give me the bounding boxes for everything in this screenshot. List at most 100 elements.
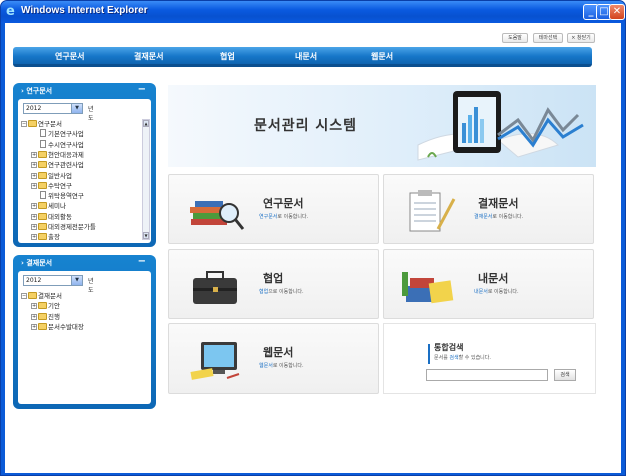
- tree-node[interactable]: + 대외경제전문가틀: [31, 222, 96, 232]
- expand-icon[interactable]: +: [31, 182, 37, 189]
- card-my-docs[interactable]: 내문서 내문서로 이동합니다.: [383, 249, 594, 319]
- nav-approval-docs[interactable]: 결재문서: [134, 51, 163, 62]
- tree-node-label: 기안: [48, 302, 60, 311]
- clipboard-icon: [409, 190, 456, 232]
- tree-node-label: 수탁연구: [48, 181, 72, 190]
- tree-node-label: 대외활동: [48, 212, 72, 221]
- scroll-up-arrow-icon[interactable]: ▲: [143, 120, 149, 127]
- document-icon: [40, 129, 46, 138]
- card-description: 연구문서로 이동합니다.: [259, 214, 309, 220]
- collapse-icon[interactable]: −: [21, 293, 27, 299]
- browser-window: e Windows Internet Explorer _ □ ✕ 도움말 테마…: [0, 0, 626, 476]
- tree-node[interactable]: + 기안: [31, 301, 60, 311]
- theme-select-button[interactable]: 테마선택: [533, 33, 563, 43]
- search-title: 통합검색: [434, 343, 464, 352]
- scroll-down-arrow-icon[interactable]: ▼: [143, 232, 149, 239]
- tree-node-label: 기본연구사업: [48, 130, 84, 139]
- tree-node[interactable]: − 결재문서: [21, 291, 62, 301]
- panel-body: 2012 ▼ 년도 − 연구문서 기본연구사업 수시연구사업 + 현안대응과제 + 연구관련사…: [18, 99, 151, 243]
- close-window-button[interactable]: × 창닫기: [567, 33, 595, 43]
- expand-icon[interactable]: +: [31, 151, 37, 158]
- nav-collaboration[interactable]: 협업: [220, 51, 235, 62]
- tree-node[interactable]: + 연구관련사업: [31, 160, 84, 170]
- card-title: 결재문서: [478, 197, 519, 210]
- folder-icon: [38, 161, 47, 169]
- tree-node[interactable]: + 현안대응과제: [31, 150, 84, 160]
- tree-node[interactable]: + 일반사업: [31, 171, 72, 181]
- tree-node-label: 대외경제전문가틀: [48, 223, 96, 231]
- folder-icon: [28, 120, 37, 127]
- tree-node[interactable]: + 진행: [31, 312, 60, 322]
- card-web-docs[interactable]: 웹문서 웹문서로 이동합니다.: [168, 323, 379, 394]
- folder-icon: [28, 292, 37, 299]
- card-description: 결재문서로 이동합니다.: [474, 214, 524, 220]
- tree-scrollbar[interactable]: ▲ ▼: [142, 119, 150, 240]
- tree-node[interactable]: 기본연구사업: [31, 129, 84, 139]
- page-content: 도움말 테마선택 × 창닫기 연구문서 결재문서 협업 내문서 웹문서 › 연구…: [5, 23, 621, 473]
- card-approval-docs[interactable]: 결재문서 결재문서로 이동합니다.: [383, 174, 594, 244]
- folder-icon: [38, 322, 47, 330]
- search-input[interactable]: [426, 369, 548, 381]
- stationery-icon: [402, 272, 454, 304]
- approval-docs-panel: › 결재문서 − 2012 ▼ 년도 − 결재문서 + 기안 + 진행 + 문서수발대장: [13, 255, 156, 409]
- nav-research-docs[interactable]: 연구문서: [55, 51, 84, 62]
- tree-node-label: 연구문서: [38, 120, 62, 128]
- panel-body: 2012 ▼ 년도 − 결재문서 + 기안 + 진행 + 문서수발대장: [18, 271, 151, 404]
- tree-node-label: 결재문서: [38, 292, 62, 300]
- tree-node[interactable]: + 세미나: [31, 201, 66, 211]
- card-collaboration[interactable]: 협업 협업으로 이동합니다.: [168, 249, 379, 319]
- tree-node-label: 진행: [48, 312, 60, 321]
- card-title: 내문서: [478, 272, 509, 285]
- nav-web-docs[interactable]: 웹문서: [371, 51, 393, 62]
- card-title: 연구문서: [263, 197, 304, 210]
- folder-icon: [38, 312, 47, 320]
- collapse-button[interactable]: −: [138, 256, 146, 267]
- tree-node-label: 수시연구사업: [48, 140, 84, 149]
- research-docs-panel: › 연구문서 − 2012 ▼ 년도 − 연구문서 기본연구사업 수시연구사업 + 현안대…: [13, 83, 156, 247]
- collapse-icon[interactable]: −: [21, 121, 27, 127]
- tree-node[interactable]: 위탁용역연구: [31, 191, 84, 201]
- year-suffix-label: 년도: [88, 278, 94, 294]
- tree-node[interactable]: + 출장: [31, 232, 60, 242]
- card-description: 협업으로 이동합니다.: [259, 289, 304, 295]
- dropdown-arrow-icon[interactable]: ▼: [71, 275, 83, 286]
- expand-icon[interactable]: +: [31, 303, 37, 310]
- expand-icon[interactable]: +: [31, 234, 37, 241]
- expand-icon[interactable]: +: [31, 323, 37, 330]
- expand-icon[interactable]: +: [31, 162, 37, 169]
- card-research-docs[interactable]: 연구문서 연구문서로 이동합니다.: [168, 174, 379, 244]
- monitor-icon: [190, 342, 240, 380]
- tree-node-label: 연구관련사업: [48, 161, 84, 170]
- expand-icon[interactable]: +: [31, 313, 37, 320]
- tree-node[interactable]: − 연구문서: [21, 119, 62, 129]
- expand-icon[interactable]: +: [31, 224, 37, 230]
- close-button[interactable]: ✕: [609, 4, 625, 20]
- folder-icon: [38, 202, 47, 210]
- collapse-button[interactable]: −: [138, 84, 146, 95]
- dropdown-arrow-icon[interactable]: ▼: [71, 103, 83, 114]
- folder-icon: [38, 233, 47, 241]
- search-description: 문서를 검색할 수 있습니다.: [434, 355, 491, 361]
- tree-node[interactable]: 수시연구사업: [31, 139, 84, 150]
- panel-title: › 연구문서: [21, 87, 53, 95]
- search-button[interactable]: 검색: [554, 369, 576, 381]
- document-icon: [40, 191, 46, 200]
- expand-icon[interactable]: +: [31, 203, 37, 210]
- folder-icon: [38, 212, 47, 220]
- tree-node[interactable]: + 수탁연구: [31, 181, 72, 191]
- tree-node[interactable]: + 문서수발대장: [31, 322, 84, 332]
- panel-title: › 결재문서: [21, 259, 53, 267]
- hero-title: 문서관리 시스템: [254, 118, 358, 134]
- tree-node-label: 현안대응과제: [48, 150, 84, 159]
- books-magnifier-icon: [190, 201, 245, 230]
- expand-icon[interactable]: +: [31, 172, 37, 179]
- folder-icon: [38, 181, 47, 189]
- help-button[interactable]: 도움말: [502, 33, 528, 43]
- expand-icon[interactable]: +: [31, 213, 37, 220]
- nav-my-docs[interactable]: 내문서: [295, 51, 317, 62]
- tree-node[interactable]: + 대외활동: [31, 212, 72, 222]
- tablet-chart-illustration-icon: [417, 91, 584, 161]
- folder-icon: [38, 171, 47, 179]
- year-suffix-label: 년도: [88, 106, 94, 122]
- tree-node-label: 세미나: [48, 202, 66, 211]
